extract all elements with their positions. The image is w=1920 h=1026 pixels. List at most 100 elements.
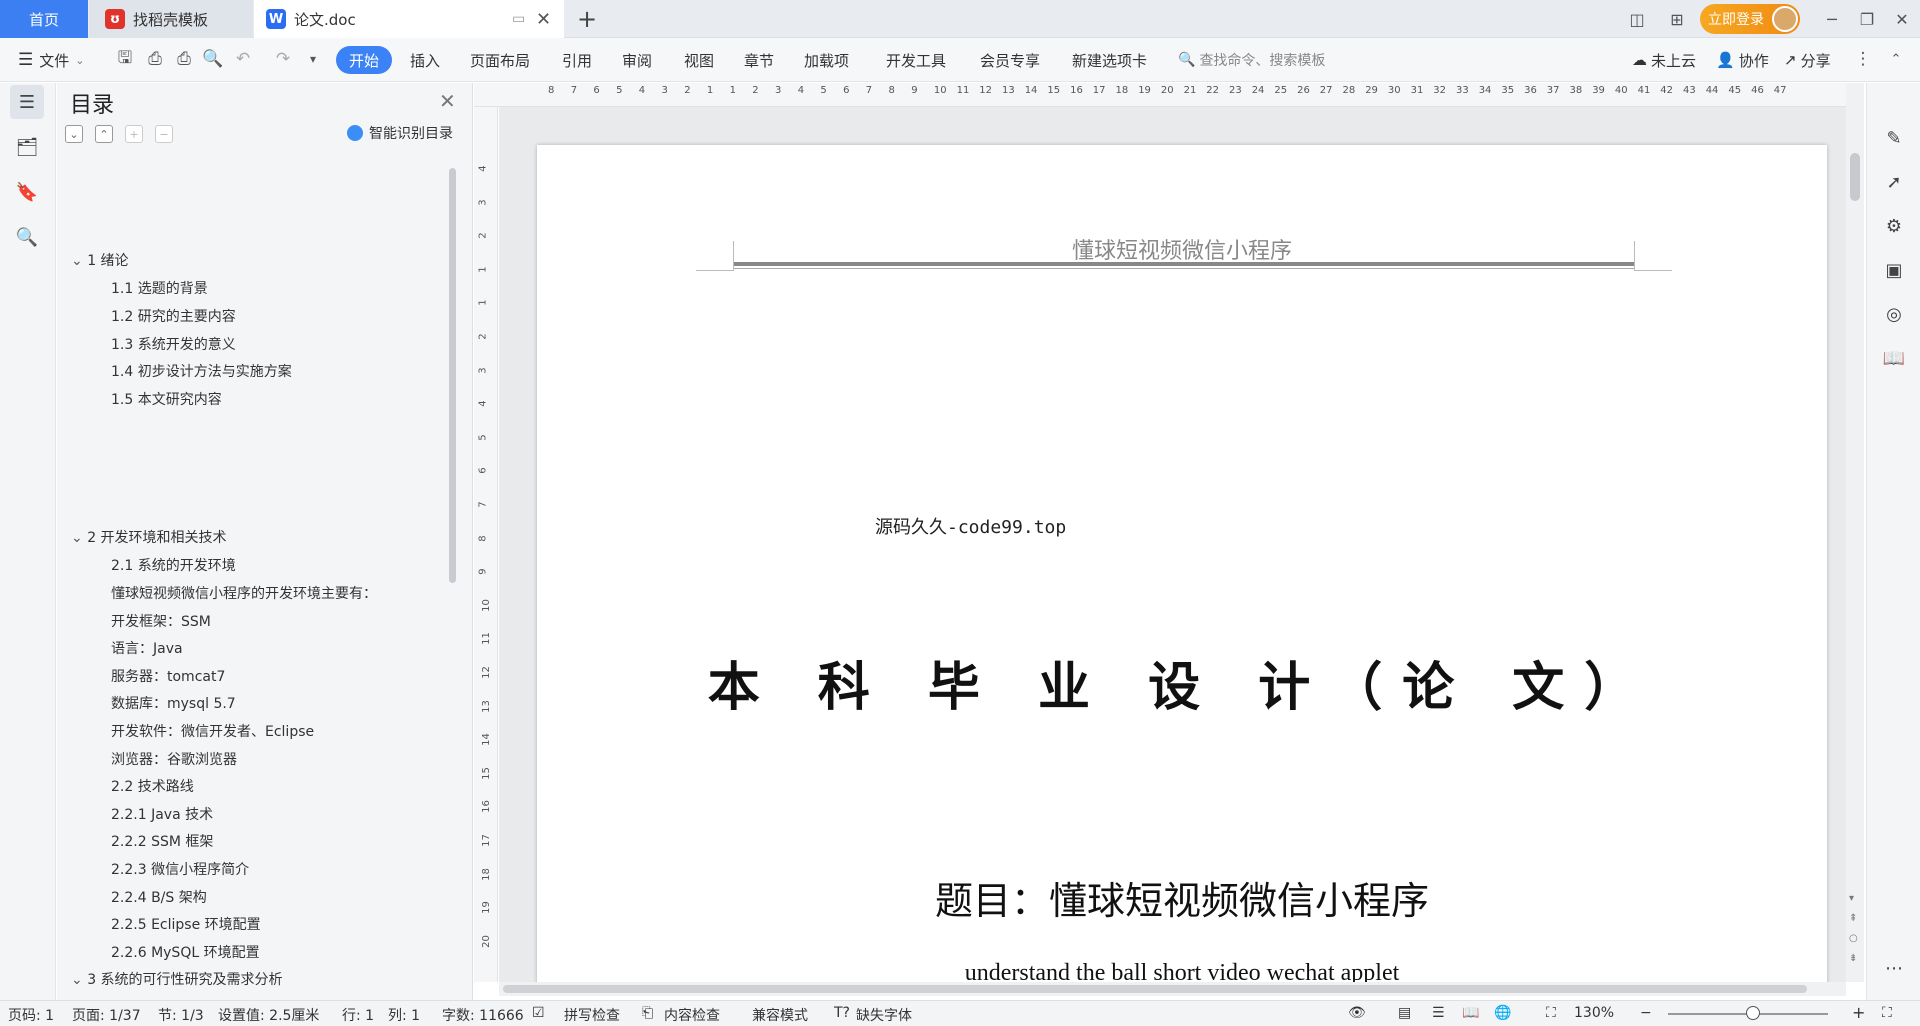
eye-protect-icon[interactable]: 👁 [1348,1005,1366,1021]
tab-document[interactable]: W 论文.doc ▭ ✕ [254,0,564,38]
chevron-down-icon[interactable]: ⌄ [71,972,87,988]
book-icon[interactable]: 📖 [1879,343,1909,373]
tab-new-tab[interactable]: 新建选项卡 [1068,46,1151,74]
print-icon[interactable]: ⎙ [173,48,195,70]
restore-icon[interactable]: ❐ [1850,4,1884,34]
content-check-icon[interactable]: ⎗ [642,1005,653,1021]
add-heading-icon[interactable]: + [125,125,143,143]
zoom-out-icon[interactable]: − [1640,1005,1652,1021]
fit-page-icon[interactable]: ⛶ [1546,1005,1556,1021]
find-icon[interactable]: 🔍 [10,220,44,254]
tab-page-layout[interactable]: 页面布局 [466,46,534,74]
collapse-all-icon[interactable]: ⌃ [95,125,113,143]
toc-section-item[interactable]: 2.1 系统的开发环境 [111,555,236,575]
tab-insert[interactable]: 插入 [406,46,444,74]
cloud-button[interactable]: ☁ 未上云 [1628,46,1700,74]
tab-section[interactable]: 章节 [740,46,778,74]
pen-icon[interactable]: ✎ [1879,123,1909,153]
collab-button[interactable]: 👤 协作 [1712,46,1773,74]
scroll-down-icon[interactable]: ▾ [1849,893,1854,904]
toc-section-item[interactable]: 2.2.3 微信小程序简介 [111,859,249,879]
apps-grid-icon[interactable]: ⊞ [1660,4,1694,34]
toc-section-item[interactable]: 数据库：mysql 5.7 [111,693,236,713]
toc-section-item[interactable]: 开发框架：SSM [111,611,211,631]
print-preview-icon[interactable]: 🔍 [202,48,224,70]
status-wordcount[interactable]: 字数: 11666 [442,1005,524,1025]
undo-icon[interactable]: ↶ [232,48,254,70]
close-icon[interactable]: ✕ [439,89,456,113]
horizontal-scrollbar[interactable] [499,982,1846,996]
toc-section-item[interactable]: 1.3 系统开发的意义 [111,334,236,354]
expand-all-icon[interactable]: ⌄ [65,125,83,143]
page-view-icon[interactable]: ▤ [1398,1005,1411,1021]
toc-section-item[interactable]: 1.2 研究的主要内容 [111,306,236,326]
command-search[interactable]: 🔍 查找命令、搜索模板 [1178,47,1368,73]
settings-sliders-icon[interactable]: ⚙ [1879,211,1909,241]
fullscreen-icon[interactable]: ⛶ [1882,1005,1892,1021]
tab-addins[interactable]: 加载项 [800,46,853,74]
collapse-ribbon-icon[interactable]: ⌃ [1885,48,1907,70]
horizontal-ruler[interactable]: 8 7 6 5 4 3 2 1 1 2 3 4 5 6 7 8 9 10 11 12 13 14 15 16 17 18 19 20 2… [474,83,1846,107]
chevron-down-icon[interactable]: ⌄ [71,530,87,546]
toc-section-item[interactable]: 浏览器：谷歌浏览器 [111,749,237,769]
pin-window-icon[interactable]: ▭ [512,11,525,27]
tab-developer[interactable]: 开发工具 [882,46,950,74]
navigation-pane-icon[interactable]: 🗂 [10,130,44,164]
more-icon[interactable]: ⋯ [1879,953,1909,983]
outline-view-icon[interactable]: ☰ [1432,1005,1445,1021]
toc-section-item[interactable]: 1.1 选题的背景 [111,278,208,298]
toc-chapter-item[interactable]: ⌄ 1 绪论 [71,250,129,270]
vertical-ruler[interactable]: 4 3 2 1 1 2 3 4 5 6 7 8 9 10 11 12 13 14 15 16 17 18 19 20 [474,107,498,982]
ai-toc-button[interactable]: 智能识别目录 [347,123,453,143]
tab-start[interactable]: 开始 [336,46,392,74]
minimize-icon[interactable]: ─ [1815,4,1849,34]
scroll-thumb[interactable] [503,985,1807,993]
missing-font-icon[interactable]: T? [834,1005,850,1021]
tab-view[interactable]: 视图 [680,46,718,74]
new-tab-button[interactable]: + [572,4,602,34]
toc-section-item[interactable]: 懂球短视频微信小程序的开发环境主要有： [111,583,377,603]
cursor-icon[interactable]: ➚ [1879,167,1909,197]
image-icon[interactable]: ▣ [1879,255,1909,285]
quick-access-dropdown-icon[interactable]: ▾ [302,48,324,70]
login-button[interactable]: 立即登录 [1700,4,1800,34]
close-tab-icon[interactable]: ✕ [536,9,551,30]
toc-panel-icon[interactable]: ☰ [10,85,44,119]
toc-section-item[interactable]: 2.2 技术路线 [111,776,194,796]
toc-section-item[interactable]: 2.2.5 Eclipse 环境配置 [111,914,261,934]
vertical-scrollbar[interactable]: ▾ ⇞ ○ ⇟ [1846,83,1864,982]
tab-references[interactable]: 引用 [558,46,596,74]
content-check[interactable]: 内容检查 [664,1005,720,1025]
layout-icon[interactable]: ◫ [1620,4,1654,34]
tab-review[interactable]: 审阅 [618,46,656,74]
zoom-slider-handle[interactable] [1745,1006,1760,1020]
more-options-icon[interactable]: ⋮ [1852,48,1874,70]
ai-assistant-icon[interactable]: ◎ [1879,299,1909,329]
prev-page-icon[interactable]: ⇞ [1849,913,1857,924]
tab-daoke[interactable]: ʊ 找稻壳模板 [89,0,253,38]
zoom-level[interactable]: 130% [1574,1005,1614,1021]
toc-section-item[interactable]: 2.2.6 MySQL 环境配置 [111,942,260,962]
tab-home[interactable]: 首页 [0,0,88,38]
toc-scrollbar[interactable] [449,168,456,583]
file-menu[interactable]: ☰ 文件 ⌄ [14,46,88,74]
close-window-icon[interactable]: ✕ [1885,4,1919,34]
toc-section-item[interactable]: 2.2.2 SSM 框架 [111,831,213,851]
document-page[interactable]: 懂球短视频微信小程序 源码久久-code99.top 本 科 毕 业 设 计（论… [537,145,1827,982]
spell-check-icon[interactable]: ☑ [532,1005,545,1021]
toc-section-item[interactable]: 2.2.1 Java 技术 [111,804,213,824]
missing-font[interactable]: 缺失字体 [856,1005,912,1025]
remove-heading-icon[interactable]: − [155,125,173,143]
toc-section-item[interactable]: 1.4 初步设计方法与实施方案 [111,361,292,381]
zoom-in-icon[interactable]: + [1852,1003,1865,1022]
toc-section-item[interactable]: 服务器：tomcat7 [111,666,225,686]
status-page[interactable]: 页面: 1/37 [72,1005,141,1025]
select-browse-icon[interactable]: ○ [1849,933,1858,944]
scroll-thumb[interactable] [1850,153,1860,201]
bookmark-icon[interactable]: 🔖 [10,175,44,209]
toc-section-item[interactable]: 2.2.4 B/S 架构 [111,887,207,907]
save-icon[interactable]: 🖫 [114,48,136,70]
toc-chapter-item[interactable]: ⌄ 3 系统的可行性研究及需求分析 [71,969,283,989]
toc-chapter-item[interactable]: ⌄ 2 开发环境和相关技术 [71,527,227,547]
web-view-icon[interactable]: 🌐 [1494,1005,1511,1021]
